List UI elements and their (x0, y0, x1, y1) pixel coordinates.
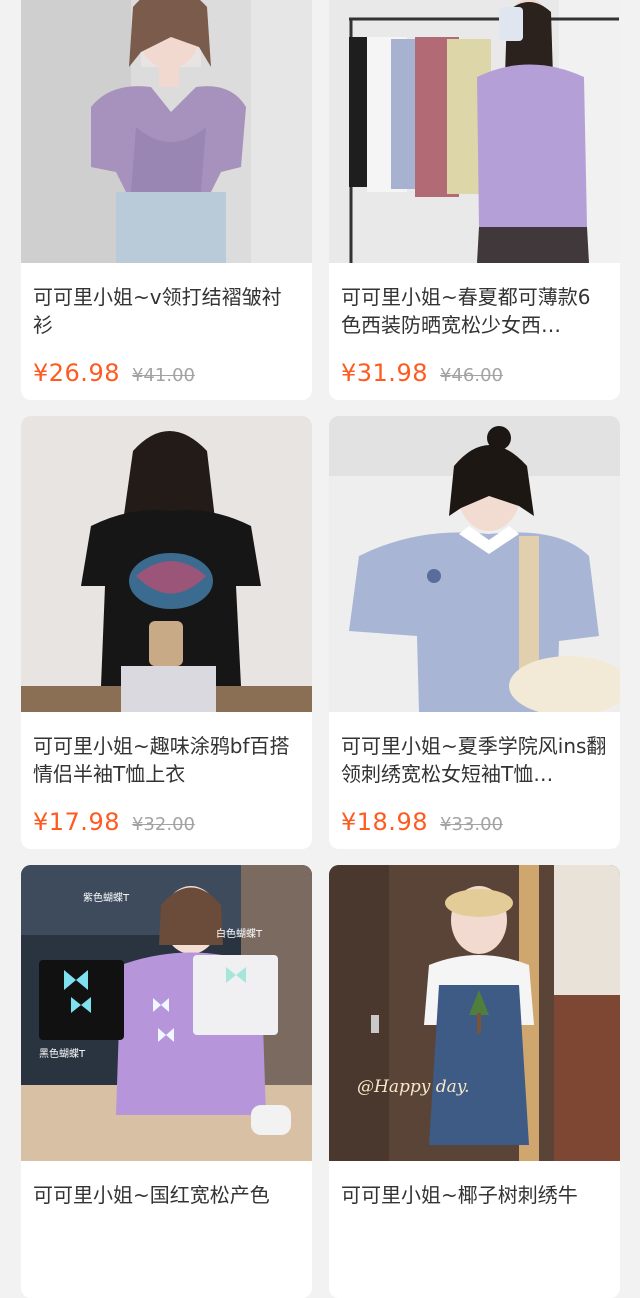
product-image[interactable] (329, 416, 620, 712)
product-image[interactable] (329, 0, 620, 263)
product-photo-purple-blazer (329, 0, 620, 263)
product-image[interactable] (21, 0, 312, 263)
product-title[interactable]: 可可里小姐~趣味涂鸦bf百搭情侣半袖T恤上衣 (33, 732, 300, 788)
product-image[interactable]: 紫色蝴蝶T 白色蝴蝶T 黑色蝴蝶T (21, 865, 312, 1161)
product-card[interactable]: 可可里小姐~春夏都可薄款6色西装防晒宽松少女西… ¥31.98 ¥46.00 (329, 0, 620, 400)
product-photo-blue-polo (329, 416, 620, 712)
product-image[interactable]: @Happy day. (329, 865, 620, 1161)
sale-price: ¥31.98 (341, 359, 428, 387)
sale-price: ¥26.98 (33, 359, 120, 387)
white-tag-label: 白色蝴蝶T (216, 929, 263, 940)
original-price: ¥33.00 (439, 814, 503, 835)
product-card[interactable]: 可可里小姐~夏季学院风ins翻领刺绣宽松女短袖T恤… ¥18.98 ¥33.00 (329, 416, 620, 849)
product-photo-black-tshirt (21, 416, 312, 712)
product-photo-denim-overalls (329, 865, 620, 1161)
price-row: ¥26.98 ¥41.00 (33, 359, 195, 387)
product-photo-purple-butterfly-tee (21, 865, 312, 1161)
product-title[interactable]: 可可里小姐~v领打结褶皱衬衫 (33, 283, 300, 339)
photo-caption: @Happy day. (357, 1077, 470, 1097)
product-photo-purple-blouse (21, 0, 312, 263)
price-row: ¥17.98 ¥32.00 (33, 808, 195, 836)
original-price: ¥41.00 (131, 365, 195, 386)
product-title[interactable]: 可可里小姐~国红宽松产色 (33, 1181, 300, 1237)
product-image[interactable] (21, 416, 312, 712)
product-title[interactable]: 可可里小姐~夏季学院风ins翻领刺绣宽松女短袖T恤… (341, 732, 608, 788)
purple-tag-label: 紫色蝴蝶T (83, 893, 130, 904)
product-card[interactable]: 紫色蝴蝶T 白色蝴蝶T 黑色蝴蝶T 可可里小姐~国红宽松产色 (21, 865, 312, 1298)
black-tag-label: 黑色蝴蝶T (39, 1049, 86, 1060)
product-title[interactable]: 可可里小姐~椰子树刺绣牛 (341, 1181, 608, 1237)
product-card[interactable]: 可可里小姐~v领打结褶皱衬衫 ¥26.98 ¥41.00 (21, 0, 312, 400)
product-card[interactable]: @Happy day. 可可里小姐~椰子树刺绣牛 (329, 865, 620, 1298)
sale-price: ¥18.98 (341, 808, 428, 836)
original-price: ¥32.00 (131, 814, 195, 835)
price-row: ¥18.98 ¥33.00 (341, 808, 503, 836)
sale-price: ¥17.98 (33, 808, 120, 836)
product-card[interactable]: 可可里小姐~趣味涂鸦bf百搭情侣半袖T恤上衣 ¥17.98 ¥32.00 (21, 416, 312, 849)
original-price: ¥46.00 (439, 365, 503, 386)
product-title[interactable]: 可可里小姐~春夏都可薄款6色西装防晒宽松少女西… (341, 283, 608, 339)
product-grid: 可可里小姐~v领打结褶皱衬衫 ¥26.98 ¥41.00 可可里小姐~春夏都可薄… (21, 0, 620, 1298)
price-row: ¥31.98 ¥46.00 (341, 359, 503, 387)
